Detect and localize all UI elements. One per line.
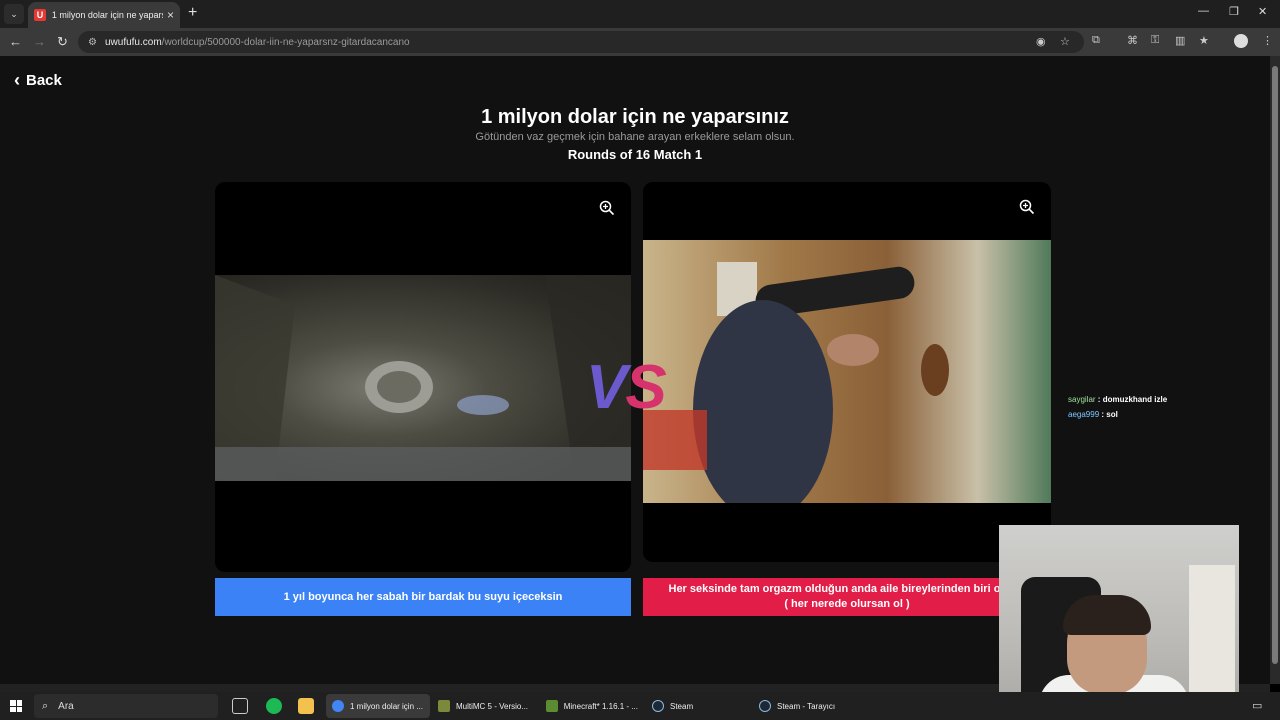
password-key-icon[interactable]: ⚿ [1151,34,1159,47]
taskbar-search[interactable]: ⌕ Ara [34,694,218,718]
site-favicon: U [34,9,46,21]
chat-text: : domuzkhand izle [1095,395,1168,404]
taskbar-app-chrome[interactable]: 1 milyon dolar için ... [326,694,430,718]
restore-window-icon[interactable]: ❐ [1229,5,1239,18]
browser-tab-bar: ⌄ U 1 milyon dolar için ne yaparsınız × … [0,0,1280,28]
eye-off-icon[interactable]: ◉ [1036,35,1046,48]
left-candidate-card[interactable] [215,182,631,572]
taskbar-app-steam[interactable]: Steam [646,694,750,718]
taskbar-app-steam-browser[interactable]: Steam - Tarayıcı [753,694,863,718]
chrome-icon [332,700,344,712]
reload-icon[interactable]: ↻ [57,33,68,51]
taskbar-app-label: Steam [670,701,694,711]
webcam-overlay [999,525,1239,720]
round-label: Rounds of 16 Match 1 [567,147,703,162]
search-placeholder: Ara [58,700,74,712]
taskbar-app-label: Minecraft* 1.16.1 - ... [563,701,638,711]
translate-icon[interactable]: ⌘ [1127,34,1138,47]
chat-message: saygilar : domuzkhand izle [1068,392,1167,407]
left-candidate-image[interactable] [215,275,631,481]
back-link[interactable]: ‹ Back [14,70,62,91]
webcam-background-shelf [1189,565,1235,705]
zoom-in-icon[interactable] [599,200,615,216]
chat-username: saygilar [1068,395,1096,404]
chat-username: aega999 [1068,410,1100,419]
notification-icon[interactable]: ▭ [1252,699,1262,712]
webcam-person-hair [1063,595,1151,635]
tab-search-button[interactable]: ⌄ [4,4,24,24]
vs-letter-v: V [586,353,627,422]
windows-taskbar: ⌕ Ara 1 milyon dolar için ... MultiMC 5 … [0,692,1280,720]
url-host: uwufufu.com [104,36,162,48]
right-candidate-image[interactable] [643,240,1051,520]
side-panel-icon[interactable]: ▥ [1175,34,1185,47]
forward-nav-icon[interactable]: → [33,33,46,51]
taskbar-app-multimc[interactable]: MultiMC 5 - Versio... [432,694,536,718]
search-icon: ⌕ [42,699,49,712]
scrollbar-thumb[interactable] [1272,66,1278,664]
back-label: Back [26,72,62,89]
page-title: 1 milyon dolar için ne yaparsınız [481,106,789,128]
steam-icon [652,700,664,712]
spotify-icon[interactable] [266,698,282,714]
left-choice-button[interactable]: 1 yıl boyunca her sabah bir bardak bu su… [215,578,631,616]
taskbar-app-label: Steam - Tarayıcı [777,701,836,711]
minimize-window-icon[interactable]: — [1198,5,1209,17]
windows-start-icon[interactable] [10,700,22,712]
zoom-in-icon[interactable] [1019,199,1035,215]
chat-overlay: saygilar : domuzkhand izle aega999 : sol [1068,392,1167,422]
address-bar[interactable]: ⚙ uwufufu.com /worldcup/500000-dolar-iin… [78,31,1084,53]
close-tab-icon[interactable]: × [167,8,174,22]
page-subtitle: Götünden vaz geçmek için bahane arayan e… [475,131,795,143]
taskbar-app-label: 1 milyon dolar için ... [350,701,423,711]
steam-icon [759,700,771,712]
extensions-icon[interactable]: ⧉ [1092,34,1100,47]
site-info-icon[interactable]: ⚙ [88,37,97,48]
new-tab-button[interactable]: + [188,4,197,22]
multimc-icon [438,700,450,712]
chevron-left-icon: ‹ [14,70,20,90]
right-choice-button[interactable]: Her seksinde tam orgazm olduğun anda ail… [643,578,1051,616]
browser-toolbar: ← → ↻ ⚙ uwufufu.com /worldcup/500000-dol… [0,28,1280,56]
url-path: /worldcup/500000-dolar-iin-ne-yaparsnz-g… [161,36,410,48]
back-nav-icon[interactable]: ← [9,33,22,51]
vs-label: VS [586,352,667,423]
browser-tab[interactable]: U 1 milyon dolar için ne yaparsınız × [28,2,180,28]
chat-text: : sol [1099,410,1118,419]
vertical-scrollbar[interactable] [1270,56,1280,684]
favorites-icon[interactable]: ★ [1199,34,1209,47]
chat-message: aega999 : sol [1068,407,1167,422]
vs-letter-s: S [625,353,666,422]
bookmark-star-icon[interactable]: ☆ [1060,35,1070,48]
minecraft-icon [546,700,558,712]
taskbar-app-minecraft[interactable]: Minecraft* 1.16.1 - ... [540,694,644,718]
tab-title: 1 milyon dolar için ne yaparsınız [51,10,163,20]
task-view-icon[interactable] [232,698,248,714]
taskbar-app-label: MultiMC 5 - Versio... [456,701,529,711]
menu-dots-icon[interactable]: ⋮ [1262,34,1273,47]
profile-avatar[interactable] [1234,34,1248,48]
close-window-icon[interactable]: ✕ [1258,5,1267,18]
right-candidate-card[interactable] [643,182,1051,562]
file-explorer-icon[interactable] [298,698,314,714]
